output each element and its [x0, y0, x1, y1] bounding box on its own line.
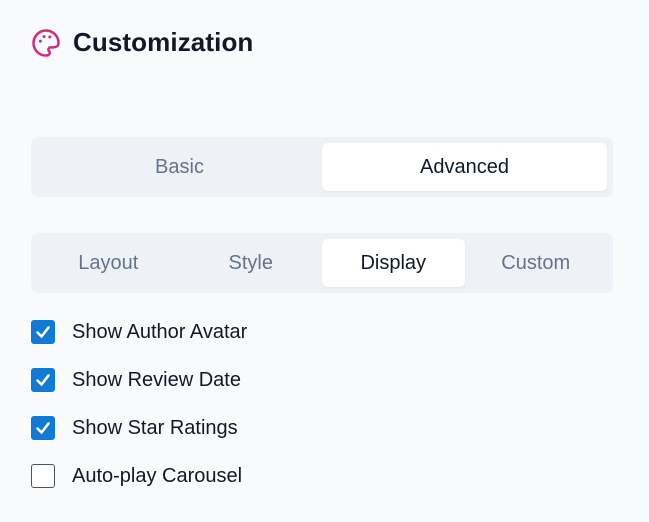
mode-switch: Basic Advanced: [31, 137, 613, 197]
tab-basic[interactable]: Basic: [37, 143, 322, 191]
check-icon: [36, 374, 50, 386]
checkbox-checked[interactable]: [31, 416, 55, 440]
option-label: Auto-play Carousel: [72, 464, 243, 487]
checkbox-unchecked[interactable]: [31, 464, 55, 488]
tab-style[interactable]: Style: [180, 239, 323, 287]
option-show-author-avatar[interactable]: Show Author Avatar: [31, 320, 247, 344]
option-label: Show Author Avatar: [72, 320, 248, 343]
option-show-review-date[interactable]: Show Review Date: [31, 368, 247, 392]
option-show-star-ratings[interactable]: Show Star Ratings: [31, 416, 247, 440]
tab-custom[interactable]: Custom: [465, 239, 608, 287]
panel-header: Customization: [31, 27, 253, 58]
customization-panel: Customization Basic Advanced Layout Styl…: [0, 0, 649, 522]
option-label: Show Review Date: [72, 368, 241, 391]
check-icon: [36, 422, 50, 434]
tab-advanced[interactable]: Advanced: [322, 143, 607, 191]
option-label: Show Star Ratings: [72, 416, 238, 439]
tab-layout[interactable]: Layout: [37, 239, 180, 287]
display-options: Show Author Avatar Show Review Date Show…: [31, 320, 247, 512]
page-title: Customization: [73, 27, 254, 57]
palette-icon: [31, 28, 61, 58]
tab-display[interactable]: Display: [322, 239, 465, 287]
checkbox-checked[interactable]: [31, 320, 55, 344]
section-tabs: Layout Style Display Custom: [31, 233, 613, 293]
check-icon: [36, 326, 50, 338]
checkbox-checked[interactable]: [31, 368, 55, 392]
option-auto-play-carousel[interactable]: Auto-play Carousel: [31, 464, 247, 488]
